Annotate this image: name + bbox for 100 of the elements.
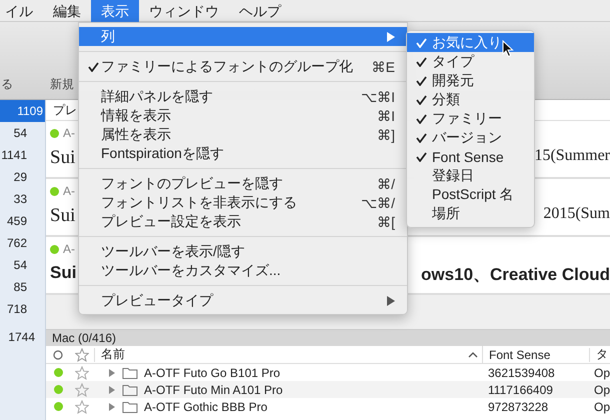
collection-count[interactable]: 33 xyxy=(0,188,45,210)
shortcut-label: ⌘E xyxy=(372,58,395,74)
sort-caret-icon[interactable] xyxy=(468,351,478,358)
table-cell-text: Op xyxy=(592,400,610,414)
menu-bar-item[interactable]: ウィンドウ xyxy=(139,0,229,22)
collection-count[interactable]: 85 xyxy=(0,276,45,298)
table-cell-text: 1117166409 xyxy=(486,382,554,396)
menu-item-label: Font Sense xyxy=(432,148,504,164)
checkmark-icon xyxy=(416,94,427,104)
checkmark-icon xyxy=(416,132,427,142)
collection-count[interactable]: 1744 xyxy=(0,326,45,348)
preview-sample: Sui xyxy=(50,147,76,169)
menu-item[interactable]: 開発元 xyxy=(407,71,534,90)
menu-item-label: 場所 xyxy=(432,204,460,222)
menu-item[interactable]: フォントリストを非表示にする ⌥⌘/ xyxy=(79,193,407,212)
status-dot-icon xyxy=(50,186,59,196)
menu-item[interactable]: バージョン xyxy=(407,128,534,147)
menu-bar-item[interactable]: ヘルプ xyxy=(229,0,291,22)
menu-item-label: 属性を表示 xyxy=(101,126,172,144)
submenu-arrow-icon xyxy=(386,32,395,42)
menu-item-label: ツールバーを表示/隠す xyxy=(101,242,246,260)
menu-item-label: ファミリーによるフォントのグループ化 xyxy=(101,58,354,76)
menu-item[interactable]: フォントのプレビューを隠す ⌘/ xyxy=(79,174,407,193)
menu-item-label: ツールバーをカスタマイズ... xyxy=(101,262,282,280)
menu-item-label: フォントのプレビューを隠す xyxy=(101,174,284,192)
collection-count[interactable]: 762 xyxy=(0,232,45,254)
collection-count[interactable]: 54 xyxy=(0,122,45,144)
font-tag: A- xyxy=(63,242,75,256)
preview-sample: 2015(Sum xyxy=(543,205,610,224)
menu-item[interactable]: お気に入り xyxy=(407,33,534,52)
menu-item-label: 列 xyxy=(101,28,116,46)
status-dot-icon xyxy=(50,128,59,138)
menu-item[interactable]: Font Sense xyxy=(407,147,534,166)
table-cell-text: 3621539408 xyxy=(486,366,556,380)
shortcut-label: ⌘] xyxy=(377,126,395,142)
collection-count[interactable]: 718 xyxy=(0,298,45,320)
collection-count[interactable]: 1109 xyxy=(0,100,45,122)
table-cell-text: Op xyxy=(592,382,610,396)
menu-bar-item[interactable]: イル xyxy=(0,0,43,22)
list-title: Mac (0/416) xyxy=(46,330,610,346)
menu-item-label: Fontspirationを隠す xyxy=(101,144,225,162)
star-icon xyxy=(75,348,89,362)
menu-item[interactable]: 属性を表示 ⌘] xyxy=(79,125,407,144)
menu-item-label: 登録日 xyxy=(432,166,474,184)
table-cell-text: 972873228 xyxy=(486,400,550,414)
checkmark-icon xyxy=(416,114,427,124)
column-header[interactable]: Font Sense xyxy=(483,348,590,362)
checkmark-icon xyxy=(416,56,427,66)
menu-item[interactable]: ツールバーを表示/隠す xyxy=(79,242,407,261)
menu-item-label: フォントリストを非表示にする xyxy=(101,194,298,212)
toolbar-label[interactable]: る xyxy=(1,76,13,93)
preview-sample: 15(Summer xyxy=(534,147,610,166)
font-name: A-OTF Futo Min A101 Pro xyxy=(144,382,283,396)
star-icon[interactable] xyxy=(75,400,89,414)
menu-item-label: バージョン xyxy=(432,128,502,146)
menu-item[interactable]: プレビュー設定を表示 ⌘[ xyxy=(79,212,407,231)
menu-item-label: お気に入り xyxy=(432,34,502,52)
collection-count[interactable]: 29 xyxy=(0,166,45,188)
font-name: A-OTF Gothic BBB Pro xyxy=(144,400,268,414)
menu-item[interactable]: 登録日 xyxy=(407,166,534,185)
menu-item[interactable]: タイプ xyxy=(407,52,534,71)
menu-item[interactable]: ファミリーによるフォントのグループ化 ⌘E xyxy=(79,57,407,76)
collection-count[interactable]: 1141 xyxy=(0,144,45,166)
checkmark-icon xyxy=(416,152,427,162)
status-dot-icon xyxy=(50,244,59,254)
shortcut-label: ⌘/ xyxy=(377,176,395,192)
menu-bar-item[interactable]: 表示 xyxy=(91,0,139,22)
menu-item[interactable]: ツールバーをカスタマイズ... xyxy=(79,261,407,280)
shortcut-label: ⌘I xyxy=(377,108,395,124)
menu-item[interactable]: プレビュータイプ xyxy=(79,291,407,310)
menu-item-label: PostScript 名 xyxy=(432,186,514,204)
column-header[interactable]: 名前 xyxy=(101,346,125,363)
preview-sample: Sui xyxy=(50,205,76,227)
font-name: A-OTF Futo Go B101 Pro xyxy=(144,366,280,380)
collection-count[interactable]: 459 xyxy=(0,210,45,232)
menu-item[interactable]: 場所 xyxy=(407,204,534,223)
preview-sample: Sui xyxy=(50,263,76,284)
folder-icon xyxy=(122,400,138,413)
preview-sample: ows10、Creative Cloud xyxy=(421,264,610,286)
menu-item-label: 開発元 xyxy=(432,72,474,90)
toolbar-label[interactable]: 新規 xyxy=(50,76,74,93)
star-icon[interactable] xyxy=(75,366,89,380)
star-icon[interactable] xyxy=(75,382,89,396)
menu-item[interactable]: Fontspirationを隠す xyxy=(79,144,407,163)
table-cell-text: Op xyxy=(592,366,610,380)
mouse-pointer-icon xyxy=(502,40,514,58)
menu-item[interactable]: PostScript 名 xyxy=(407,185,534,204)
checkmark-icon xyxy=(416,38,427,48)
checkmark-icon xyxy=(416,76,427,86)
circle-icon xyxy=(53,350,63,360)
menu-item-label: タイプ xyxy=(432,52,474,70)
collection-count[interactable]: 54 xyxy=(0,254,45,276)
menu-bar-item[interactable]: 編集 xyxy=(43,0,91,22)
column-header[interactable]: タ xyxy=(590,346,608,363)
menu-item-label: プレビュー設定を表示 xyxy=(101,212,242,230)
font-tag: A- xyxy=(63,126,75,140)
menu-item[interactable]: 列 xyxy=(79,27,407,46)
font-tag: A- xyxy=(63,184,75,198)
folder-icon xyxy=(122,383,138,396)
menu-item-label: プレビュータイプ xyxy=(101,292,214,310)
